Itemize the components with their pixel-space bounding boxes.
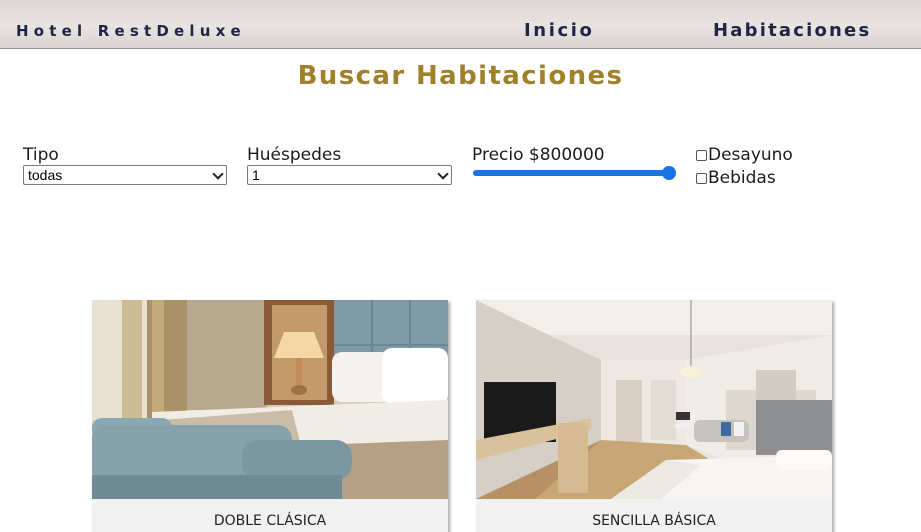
bebidas-option[interactable]: Bebidas [696,168,776,188]
classic-double-room-photo [92,300,448,499]
bebidas-label: Bebidas [708,168,776,188]
brand-logo-text[interactable]: Hotel RestDeluxe [16,23,246,39]
price-slider-track[interactable] [473,170,673,176]
tipo-select-value: todas [28,167,63,183]
bebidas-checkbox[interactable] [696,173,707,184]
nav-link-inicio[interactable]: Inicio [524,21,595,41]
desayuno-label: Desayuno [708,145,793,165]
desayuno-checkbox[interactable] [696,150,707,161]
chevron-down-icon [437,168,449,180]
desayuno-option[interactable]: Desayuno [696,145,793,165]
room-card-doble-clasica[interactable]: DOBLE CLÁSICA [92,300,448,532]
basic-single-room-photo [476,300,832,499]
huespedes-label: Huéspedes [247,145,342,165]
navbar: Hotel RestDeluxe Inicio Habitaciones [0,0,921,49]
nav-link-habitaciones[interactable]: Habitaciones [713,21,871,41]
tipo-select[interactable]: todas [23,165,227,185]
tipo-label: Tipo [23,145,59,165]
room-card-sencilla-basica[interactable]: SENCILLA BÁSICA [476,300,832,532]
page-title: Buscar Habitaciones [297,61,624,91]
price-slider-thumb[interactable] [662,166,676,180]
chevron-down-icon [212,168,224,180]
room-name: SENCILLA BÁSICA [592,513,716,529]
huespedes-select[interactable]: 1 [247,165,452,185]
huespedes-select-value: 1 [252,167,260,183]
room-photo[interactable] [476,300,832,499]
room-name: DOBLE CLÁSICA [213,513,327,529]
room-photo[interactable] [92,300,448,499]
precio-label: Precio $800000 [472,145,605,165]
